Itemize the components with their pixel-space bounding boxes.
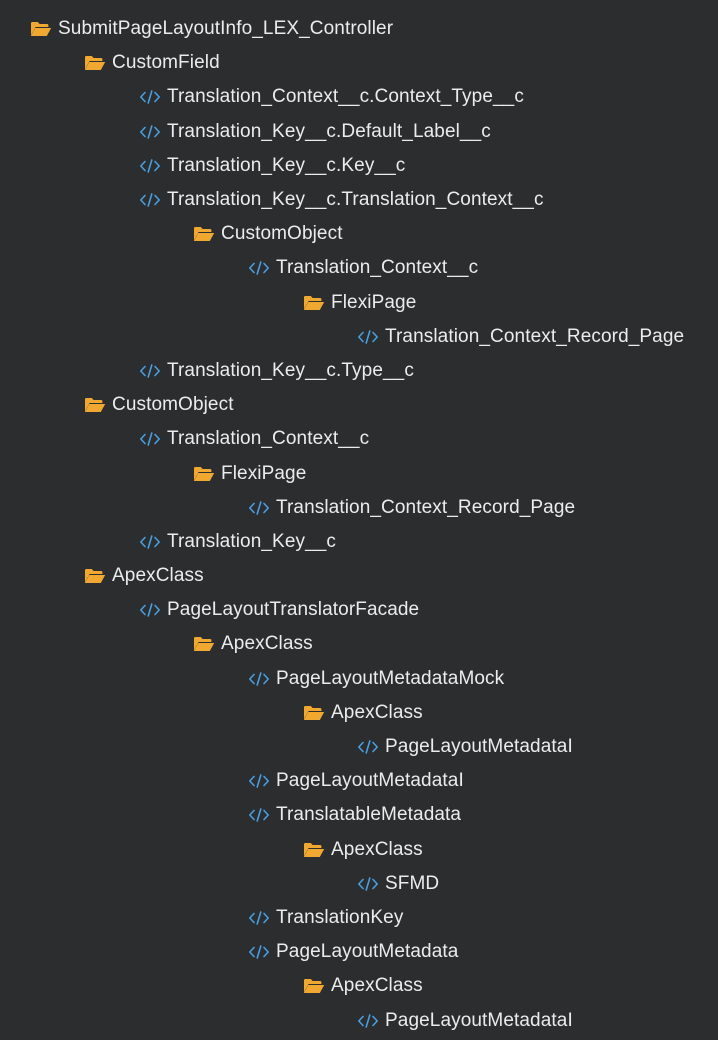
tree-file-node[interactable]: Translation_Key__c [0, 525, 718, 559]
tree-folder-node[interactable]: FlexiPage [0, 456, 718, 490]
code-icon [139, 122, 161, 142]
tree-folder-node[interactable]: CustomField [0, 46, 718, 80]
tree-file-node[interactable]: PageLayoutMetadataMock [0, 662, 718, 696]
tree-node-label: PageLayoutMetadataI [385, 736, 573, 758]
tree-folder-node[interactable]: CustomObject [0, 388, 718, 422]
code-icon [357, 327, 379, 347]
code-icon [139, 532, 161, 552]
code-icon [248, 771, 270, 791]
folder-icon [303, 976, 325, 996]
tree-file-node[interactable]: TranslationKey [0, 901, 718, 935]
folder-icon [84, 395, 106, 415]
code-icon [248, 669, 270, 689]
dependency-tree: SubmitPageLayoutInfo_LEX_Controller Custo… [0, 0, 718, 1038]
code-icon [139, 156, 161, 176]
tree-node-label: CustomObject [112, 394, 234, 416]
tree-node-label: ApexClass [331, 838, 423, 860]
tree-folder-node[interactable]: FlexiPage [0, 286, 718, 320]
tree-node-label: Translation_Key__c.Key__c [167, 154, 406, 176]
code-icon [248, 258, 270, 278]
code-icon [139, 600, 161, 620]
tree-node-label: TranslatableMetadata [276, 804, 462, 826]
tree-node-label: Translation_Key__c.Default_Label__c [167, 120, 491, 142]
folder-icon [84, 566, 106, 586]
tree-folder-node[interactable]: ApexClass [0, 696, 718, 730]
code-icon [248, 805, 270, 825]
tree-node-label: PageLayoutMetadataI [276, 770, 464, 792]
tree-node-label: ApexClass [331, 975, 423, 997]
tree-node-label: PageLayoutMetadataI [385, 1009, 573, 1031]
tree-file-node[interactable]: PageLayoutMetadataI [0, 1003, 718, 1037]
tree-file-node[interactable]: Translation_Key__c.Key__c [0, 149, 718, 183]
tree-file-node[interactable]: Translation_Context__c.Context_Type__c [0, 80, 718, 114]
tree-node-label: ApexClass [331, 701, 423, 723]
tree-node-label: CustomField [112, 52, 220, 74]
tree-folder-node[interactable]: CustomObject [0, 217, 718, 251]
tree-node-label: TranslationKey [276, 906, 404, 928]
tree-node-label: ApexClass [112, 565, 204, 587]
code-icon [139, 361, 161, 381]
folder-icon [193, 464, 215, 484]
code-icon [139, 87, 161, 107]
tree-file-node[interactable]: Translation_Context__c [0, 251, 718, 285]
code-icon [248, 498, 270, 518]
tree-file-node[interactable]: Translation_Context__c [0, 422, 718, 456]
tree-file-node[interactable]: Translation_Key__c.Type__c [0, 354, 718, 388]
code-icon [248, 942, 270, 962]
tree-node-label: PageLayoutMetadata [276, 941, 459, 963]
tree-node-label: Translation_Context__c [276, 257, 479, 279]
folder-icon [84, 53, 106, 73]
tree-file-node[interactable]: Translation_Context_Record_Page [0, 320, 718, 354]
tree-file-node[interactable]: PageLayoutMetadataI [0, 730, 718, 764]
folder-icon [30, 19, 52, 39]
code-icon [357, 874, 379, 894]
tree-folder-node[interactable]: ApexClass [0, 969, 718, 1003]
tree-file-node[interactable]: PageLayoutMetadata [0, 935, 718, 969]
tree-file-node[interactable]: PageLayoutTranslatorFacade [0, 593, 718, 627]
tree-file-node[interactable]: PageLayoutMetadataI [0, 764, 718, 798]
code-icon [357, 737, 379, 757]
tree-node-label: FlexiPage [221, 462, 307, 484]
tree-file-node[interactable]: SFMD [0, 867, 718, 901]
tree-folder-node[interactable]: SubmitPageLayoutInfo_LEX_Controller [0, 12, 718, 46]
tree-node-label: Translation_Context_Record_Page [276, 496, 576, 518]
tree-folder-node[interactable]: ApexClass [0, 559, 718, 593]
tree-node-label: PageLayoutTranslatorFacade [167, 599, 420, 621]
folder-icon [193, 634, 215, 654]
tree-node-label: Translation_Context_Record_Page [385, 325, 685, 347]
code-icon [357, 1011, 379, 1031]
tree-node-label: PageLayoutMetadataMock [276, 667, 505, 689]
tree-file-node[interactable]: Translation_Key__c.Default_Label__c [0, 115, 718, 149]
tree-node-label: Translation_Context__c [167, 428, 370, 450]
code-icon [139, 429, 161, 449]
tree-node-label: ApexClass [221, 633, 313, 655]
tree-folder-node[interactable]: ApexClass [0, 833, 718, 867]
code-icon [139, 190, 161, 210]
tree-node-label: Translation_Key__c.Translation_Context__… [167, 189, 544, 211]
folder-icon [193, 224, 215, 244]
tree-node-label: Translation_Key__c [167, 530, 337, 552]
tree-file-node[interactable]: TranslatableMetadata [0, 798, 718, 832]
tree-node-label: SFMD [385, 872, 440, 894]
tree-node-label: SubmitPageLayoutInfo_LEX_Controller [58, 18, 394, 40]
folder-icon [303, 293, 325, 313]
tree-node-label: Translation_Key__c.Type__c [167, 359, 414, 381]
code-icon [248, 908, 270, 928]
folder-icon [303, 703, 325, 723]
folder-icon [303, 840, 325, 860]
tree-file-node[interactable]: Translation_Key__c.Translation_Context__… [0, 183, 718, 217]
tree-file-node[interactable]: Translation_Context_Record_Page [0, 491, 718, 525]
tree-node-label: CustomObject [221, 223, 343, 245]
tree-node-label: FlexiPage [331, 291, 417, 313]
tree-node-label: Translation_Context__c.Context_Type__c [167, 86, 524, 108]
tree-folder-node[interactable]: ApexClass [0, 627, 718, 661]
